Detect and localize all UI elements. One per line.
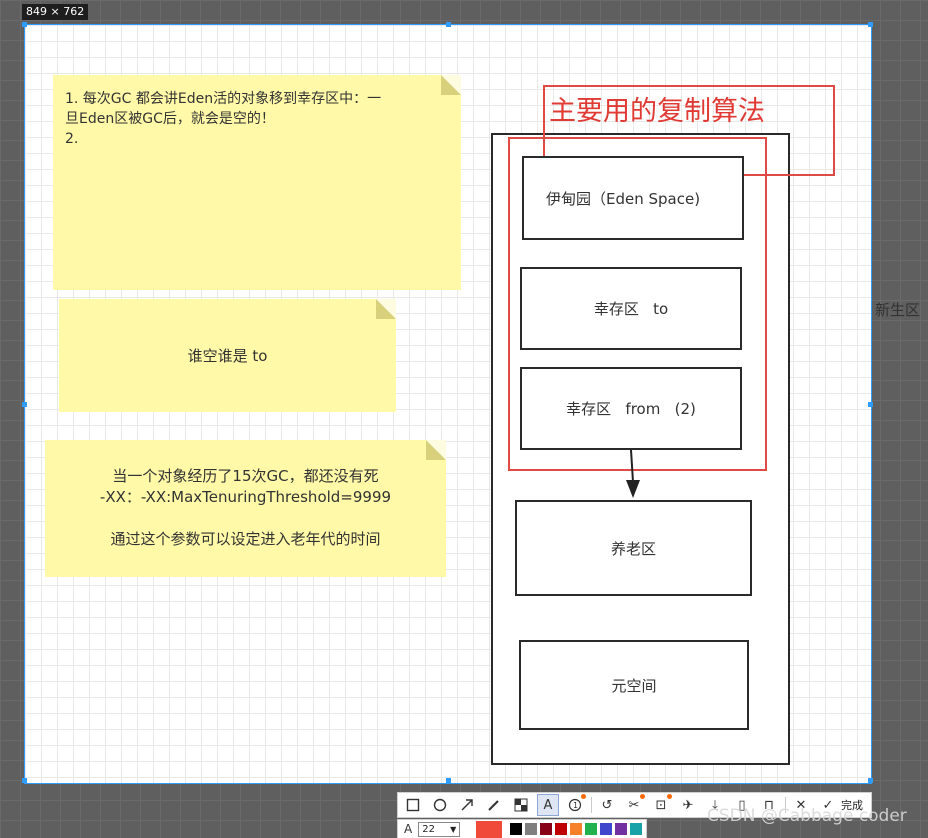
resize-handle-br[interactable] xyxy=(868,778,873,783)
resize-handle-mr[interactable] xyxy=(868,402,873,407)
resize-handle-ml[interactable] xyxy=(22,402,27,407)
font-size-value: 22 xyxy=(422,823,435,835)
font-style-icon[interactable]: A xyxy=(404,822,412,836)
resize-handle-tl[interactable] xyxy=(22,22,27,27)
arrow-icon[interactable] xyxy=(456,794,478,816)
young-gen-label: 新生区 xyxy=(875,301,921,319)
eden-space-box[interactable]: 伊甸园（Eden Space) xyxy=(522,156,744,240)
resize-handle-tm[interactable] xyxy=(446,22,451,27)
color-swatch-blue[interactable] xyxy=(600,823,613,835)
note-empty-text: 谁空谁是 to xyxy=(187,346,268,365)
resize-handle-bm[interactable] xyxy=(446,778,451,783)
note-gc-text: 1. 每次GC 都会讲Eden活的对象移到幸存区中：一 旦Eden区被GC后，就… xyxy=(65,91,382,147)
resize-handle-bl[interactable] xyxy=(22,778,27,783)
color-swatch-teal[interactable] xyxy=(630,823,643,835)
number-icon[interactable]: 1 xyxy=(564,794,586,816)
diagram-canvas[interactable]: 1. 每次GC 都会讲Eden活的对象移到幸存区中：一 旦Eden区被GC后，就… xyxy=(22,22,873,784)
mosaic-icon[interactable] xyxy=(510,794,532,816)
note-tenuring-text: 当一个对象经历了15次GC，都还没有死 -XX：-XX:MaxTenuringT… xyxy=(99,467,392,548)
old-gen-box[interactable]: 养老区 xyxy=(515,500,752,596)
svg-text:1: 1 xyxy=(573,801,578,810)
font-size-select[interactable]: 22 ▼ xyxy=(418,821,461,837)
copy-algorithm-title: 主要用的复制算法 xyxy=(549,96,765,127)
ocr-icon[interactable]: ⊡ xyxy=(650,794,672,816)
color-swatch-gray[interactable] xyxy=(525,823,538,835)
color-swatch-green[interactable] xyxy=(585,823,598,835)
color-swatch-orange[interactable] xyxy=(570,823,583,835)
undo-icon[interactable]: ↺ xyxy=(596,794,618,816)
chevron-down-icon: ▼ xyxy=(450,824,457,834)
text-icon[interactable]: A xyxy=(537,794,559,816)
csdn-watermark: CSDN @Cabbage coder xyxy=(707,806,907,826)
metaspace-box[interactable]: 元空间 xyxy=(519,640,749,730)
color-swatch-darkred[interactable] xyxy=(540,823,553,835)
text-style-toolbar: A 22 ▼ xyxy=(397,819,647,838)
pen-icon[interactable] xyxy=(483,794,505,816)
pin-icon[interactable]: ✂ xyxy=(623,794,645,816)
survivor-from-box[interactable]: 幸存区 from (2) xyxy=(520,367,742,450)
color-swatch-black[interactable] xyxy=(510,823,523,835)
note-gc-description[interactable]: 1. 每次GC 都会讲Eden活的对象移到幸存区中：一 旦Eden区被GC后，就… xyxy=(53,75,461,290)
selection-size-label: 849 × 762 xyxy=(22,4,89,20)
note-empty-is-to[interactable]: 谁空谁是 to xyxy=(59,299,396,412)
ellipse-icon[interactable] xyxy=(429,794,451,816)
selected-color-swatch[interactable] xyxy=(476,820,503,838)
note-tenuring-threshold[interactable]: 当一个对象经历了15次GC，都还没有死 -XX：-XX:MaxTenuringT… xyxy=(45,440,446,577)
resize-handle-tr[interactable] xyxy=(868,22,873,27)
rect-icon[interactable] xyxy=(402,794,424,816)
color-swatch-red[interactable] xyxy=(555,823,568,835)
promotion-arrow xyxy=(626,449,640,498)
color-swatch-purple[interactable] xyxy=(615,823,628,835)
survivor-to-box[interactable]: 幸存区 to xyxy=(520,267,742,350)
translate-icon[interactable]: ✈ xyxy=(677,794,699,816)
